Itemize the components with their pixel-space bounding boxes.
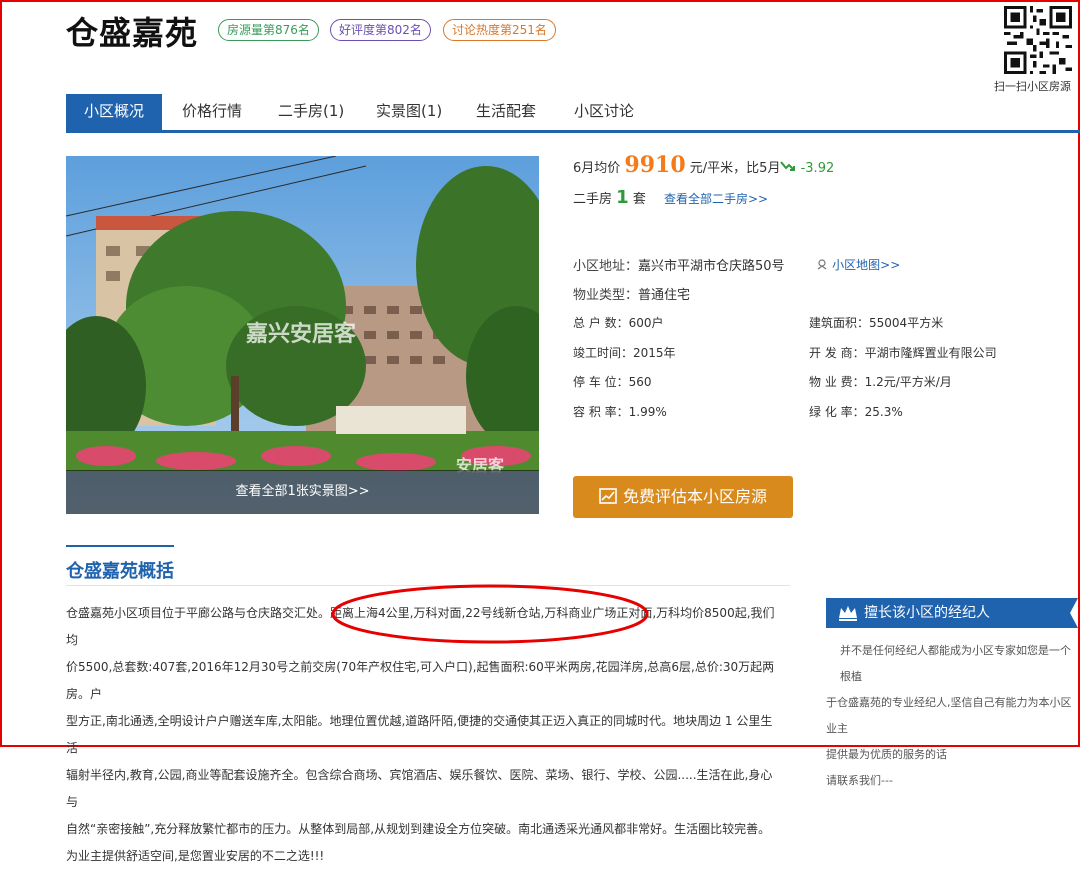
qr-caption: 扫一扫小区房源 [994,80,1071,93]
qr-code-icon [1004,6,1072,74]
section-divider [66,585,790,586]
summary-line: 为业主提供舒适空间,是您置业安居的不二之选!!! [66,849,325,863]
agent-line: 并不是任何经纪人都能成为小区专家如您是一个根植 [840,644,1071,683]
section-accent-line [66,545,174,547]
address-label: 小区地址： [573,259,639,274]
summary-text: 仓盛嘉苑小区项目位于平廊公路与仓庆路交汇处。距离上海4公里,万科对面,22号线新… [66,600,778,870]
community-map-link[interactable]: 小区地图>> [832,258,900,272]
property-type-row: 物业类型：普通住宅 [573,284,690,303]
tab-photos[interactable]: 实景图(1) [376,94,442,130]
free-valuation-button[interactable]: 免费评估本小区房源 [573,476,793,518]
view-all-photos-link[interactable]: 查看全部1张实景图>> [66,470,539,514]
map-link-wrap[interactable]: 小区地图>> [816,256,900,273]
detail-plot-ratio: 容 积 率：1.99% [573,405,667,419]
second-hand-unit: 套 [632,192,646,207]
trend-down-icon [780,161,796,171]
second-hand-row: 二手房 1 套 查看全部二手房>> [573,187,768,208]
summary-line: 型方正,南北通透,全明设计户户赠送车库,太阳能。地理位置优越,道路阡陌,便捷的交… [66,714,773,755]
second-hand-count: 1 [616,187,629,208]
tab-price-trend[interactable]: 价格行情 [182,94,242,130]
address-value: 嘉兴市平湖市仓庆路50号 [638,259,785,274]
address-row: 小区地址：嘉兴市平湖市仓庆路50号 [573,255,785,274]
summary-line: 价5500,总套数:407套,2016年12月30号之前交房(70年产权住宅,可… [66,660,775,701]
agent-panel-text: 并不是任何经纪人都能成为小区专家如您是一个根植 于仓盛嘉苑的专业经纪人,坚信自己… [826,638,1074,794]
free-valuation-label: 免费评估本小区房源 [622,487,767,506]
property-type-label: 物业类型： [573,288,639,303]
tab-discussion[interactable]: 小区讨论 [574,94,634,130]
agent-panel-title: 擅长该小区的经纪人 [864,605,990,621]
summary-title: 仓盛嘉苑概括 [66,561,174,582]
price-value: 9910 [624,152,686,178]
agent-contact-link[interactable]: 请联系我们--- [826,768,1074,794]
tab-second-hand[interactable]: 二手房(1) [278,94,344,130]
detail-households: 总 户 数：600户 [573,316,664,330]
ribbon-tail-icon [1064,598,1078,628]
page-title: 仓盛嘉苑 [66,14,199,52]
chart-growth-icon [599,488,617,504]
detail-floor-area: 建筑面积：55004平方米 [809,316,944,330]
rank-badge-discussion[interactable]: 讨论热度第251名 [443,19,556,41]
crown-icon [839,606,857,621]
detail-completion: 竣工时间：2015年 [573,346,676,360]
tab-amenities[interactable]: 生活配套 [476,94,536,130]
watermark-top: 嘉兴安居客 [246,322,357,347]
community-photo[interactable]: 嘉兴安居客 安居客 查看全部1张实景图>> [66,156,539,514]
property-type-value: 普通住宅 [638,288,691,303]
detail-developer: 开 发 商：平湖市隆辉置业有限公司 [809,346,997,360]
view-all-second-hand-link[interactable]: 查看全部二手房>> [664,192,768,206]
tab-overview[interactable]: 小区概况 [66,94,162,130]
price-unit: 元/平米，比5月 [689,161,781,176]
summary-line: 仓盛嘉苑小区项目位于平廊公路与仓庆路交汇处。距离上海4公里,万科对面,22号线新… [66,606,775,647]
detail-parking: 停 车 位：560 [573,375,652,389]
agent-line: 于仓盛嘉苑的专业经纪人,坚信自己有能力为本小区业主 [826,696,1072,735]
agent-panel-header: 擅长该小区的经纪人 [826,598,1078,628]
detail-green-ratio: 绿 化 率：25.3% [809,405,903,419]
summary-line: 辐射半径内,教育,公园,商业等配套设施齐全。包含综合商场、宾馆酒店、娱乐餐饮、医… [66,768,773,809]
map-pin-icon [817,259,827,270]
price-label: 6月均价 [573,161,621,176]
summary-line: 自然“亲密接触”,充分释放繁忙都市的压力。从整体到局部,从规划到建设全方位突破。… [66,822,771,836]
price-change: -3.92 [800,161,835,176]
price-row: 6月均价 9910 元/平米，比5月 -3.92 [573,152,834,178]
tab-bar: 小区概况 价格行情 二手房(1) 实景图(1) 生活配套 小区讨论 [66,94,1080,133]
agent-line: 提供最为优质的服务的话 [826,748,947,761]
second-hand-label: 二手房 [573,192,613,207]
rank-badge-listings[interactable]: 房源量第876名 [218,19,319,41]
rank-badge-rating[interactable]: 好评度第802名 [330,19,431,41]
detail-property-fee: 物 业 费：1.2元/平方米/月 [809,375,952,389]
